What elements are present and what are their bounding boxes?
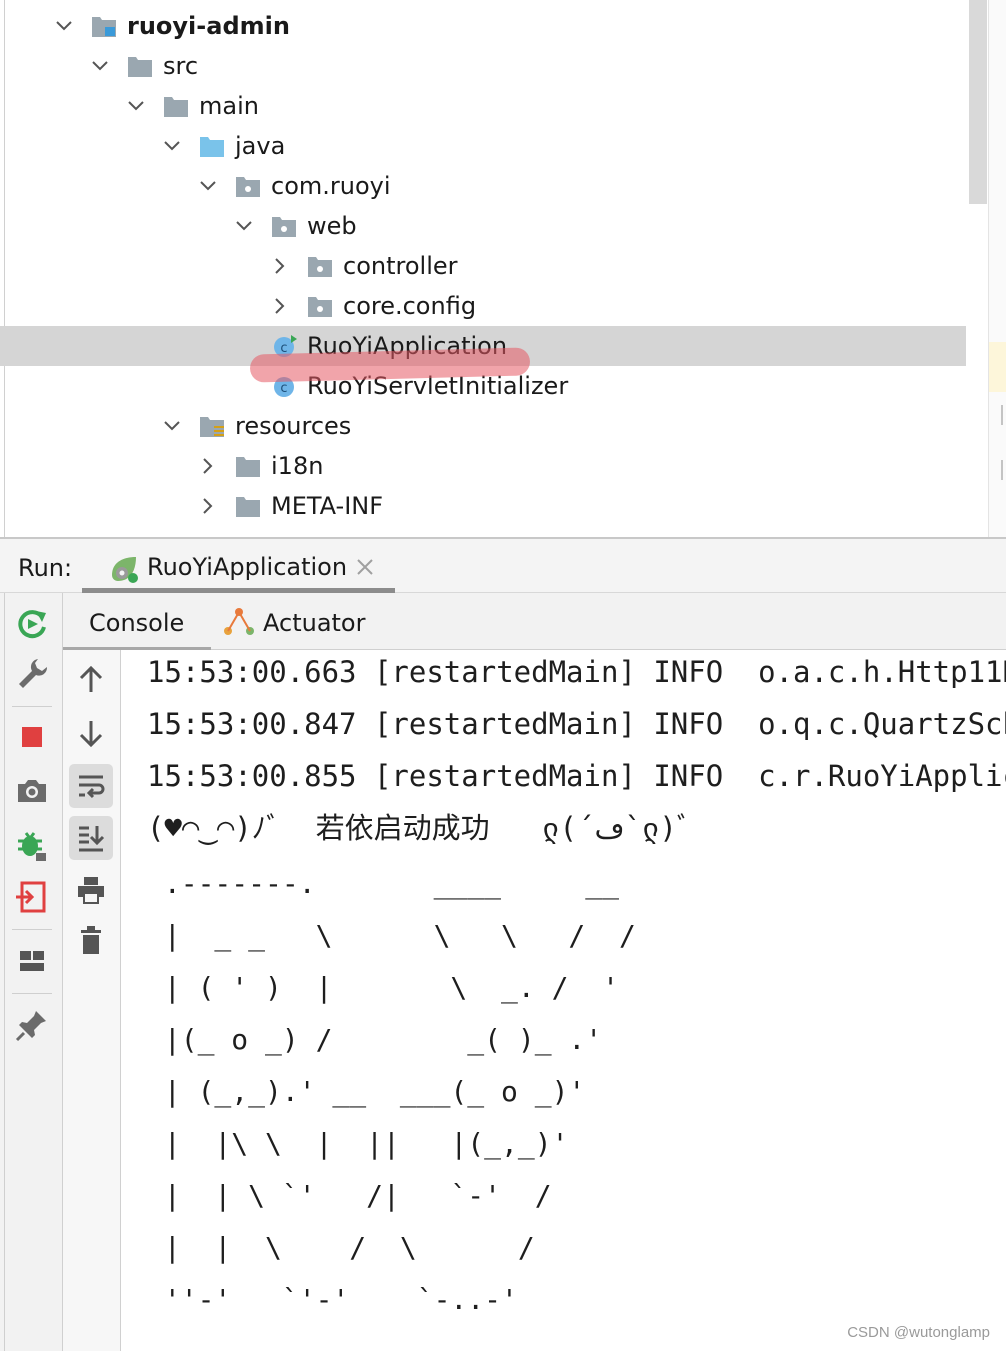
soft-wrap-button[interactable]: [69, 764, 113, 808]
tab-actuator[interactable]: Actuator: [223, 593, 383, 650]
tree-item-meta-inf[interactable]: META-INF: [0, 486, 988, 526]
svg-text:c: c: [280, 381, 287, 396]
folder-icon: [236, 457, 260, 477]
package-icon: [272, 217, 296, 237]
rerun-icon[interactable]: [14, 605, 50, 641]
scroll-to-end-button[interactable]: [69, 816, 113, 860]
run-toolwindow-header: Run: RuoYiApplication: [0, 537, 1006, 593]
debug-icon[interactable]: [14, 827, 50, 863]
exit-icon[interactable]: [14, 879, 50, 915]
banner-title: (♥◠‿◠)ﾉﾞ 若依启动成功 ლ(´ڡ`ლ)ﾞ: [147, 811, 692, 845]
print-icon: [78, 877, 104, 904]
chevron-down-icon[interactable]: [163, 137, 181, 155]
ascii-art-line: | _ _ \ \ \ / /: [147, 919, 636, 952]
tab-actuator-label: Actuator: [263, 609, 366, 637]
ascii-art-line: | |\ \ | || |(_,_)': [147, 1127, 569, 1160]
stop-icon[interactable]: [14, 719, 50, 755]
console-output[interactable]: 15:53:00.663 [restartedMain] INFO o.a.c.…: [121, 650, 1006, 1351]
actuator-icon: [224, 608, 254, 635]
chevron-down-icon[interactable]: [55, 17, 73, 35]
chevron-right-icon[interactable]: [199, 497, 217, 515]
tree-item-label: web: [307, 212, 357, 240]
log-line: 15:53:00.663 [restartedMain] INFO o.a.c.…: [147, 655, 1006, 689]
wrench-icon[interactable]: [14, 655, 50, 691]
tree-item-label: main: [199, 92, 259, 120]
arrow-down-icon: [79, 721, 103, 748]
ascii-art-line: | | \ `' /| `-' /: [147, 1179, 552, 1212]
camera-icon[interactable]: [14, 773, 50, 809]
tree-item-label: META-INF: [271, 492, 384, 520]
scroll-to-end-icon: [79, 826, 105, 852]
tree-item-java[interactable]: java: [0, 126, 988, 166]
tree-scrollbar-thumb[interactable]: [969, 0, 987, 204]
tab-console-label: Console: [89, 609, 185, 637]
package-icon: [236, 177, 260, 197]
tree-item-i18n[interactable]: i18n: [0, 446, 988, 486]
clear-button[interactable]: [69, 918, 113, 962]
folder-icon: [164, 97, 188, 117]
chevron-down-icon[interactable]: [199, 177, 217, 195]
chevron-right-icon[interactable]: [271, 257, 289, 275]
trash-icon: [81, 926, 101, 954]
tree-item-partial: [0, 526, 988, 537]
layout-icon[interactable]: [14, 943, 50, 979]
spring-boot-run-icon: [112, 557, 138, 583]
run-subtabs: Console Actuator: [63, 593, 1006, 650]
tree-item-ruoyi-admin[interactable]: ruoyi-admin: [0, 6, 988, 46]
module-folder-icon: [92, 17, 116, 37]
run-tab-label: RuoYiApplication: [147, 553, 348, 581]
tree-item-label: ruoyi-admin: [127, 12, 290, 40]
package-icon: [308, 257, 332, 277]
tree-item-label: com.ruoyi: [271, 172, 391, 200]
chevron-down-icon[interactable]: [91, 57, 109, 75]
ascii-art-line: | | \ / \ /: [147, 1231, 535, 1264]
run-tab-ruoyi-application[interactable]: RuoYiApplication: [82, 539, 395, 593]
pin-icon[interactable]: [14, 1007, 50, 1043]
tab-console[interactable]: Console: [63, 593, 211, 650]
run-label: Run:: [18, 554, 73, 582]
close-icon[interactable]: [354, 556, 376, 578]
folder-icon: [128, 57, 152, 77]
tree-item-core-config[interactable]: core.config: [0, 286, 988, 326]
source-folder-icon: [200, 137, 224, 157]
console-toolbar: [63, 650, 121, 1351]
log-line: 15:53:00.855 [restartedMain] INFO c.r.Ru…: [147, 759, 1006, 793]
chevron-right-icon[interactable]: [271, 297, 289, 315]
tree-item-label: src: [163, 52, 199, 80]
log-line: 15:53:00.847 [restartedMain] INFO o.q.c.…: [147, 707, 1006, 741]
ascii-art-line: ''-' `'-' `-..-': [147, 1283, 518, 1316]
tree-item-label: i18n: [271, 452, 324, 480]
tree-item-label: controller: [343, 252, 458, 280]
arrow-up-icon: [79, 665, 103, 692]
ascii-art-line: | (_,_).' __ ___(_ o _)': [147, 1075, 586, 1108]
soft-wrap-icon: [79, 775, 105, 799]
run-left-toolbar: [0, 593, 63, 1351]
chevron-down-icon[interactable]: [163, 417, 181, 435]
tree-item-com-ruoyi[interactable]: com.ruoyi: [0, 166, 988, 206]
chevron-down-icon[interactable]: [235, 217, 253, 235]
tree-item-resources[interactable]: resources: [0, 406, 988, 446]
tree-item-web[interactable]: web: [0, 206, 988, 246]
package-icon: [308, 297, 332, 317]
tree-item-label: core.config: [343, 292, 477, 320]
resources-folder-icon: [200, 417, 224, 437]
watermark: CSDN @wutonglamp: [847, 1324, 990, 1341]
tree-item-label: resources: [235, 412, 352, 440]
tree-item-src[interactable]: src: [0, 46, 988, 86]
ascii-art-line: .-------. ____ __: [147, 867, 620, 900]
editor-gutter-edge: [988, 0, 1006, 537]
scroll-down-button[interactable]: [69, 711, 113, 755]
scroll-up-button[interactable]: [69, 658, 113, 702]
chevron-down-icon[interactable]: [127, 97, 145, 115]
tree-item-main[interactable]: main: [0, 86, 988, 126]
ascii-art-line: |(_ o _) / _( )_ .': [147, 1023, 603, 1056]
print-button[interactable]: [69, 868, 113, 912]
tree-item-label: java: [235, 132, 286, 160]
project-tree: ruoyi-admin src main java com.ruoyi web …: [0, 0, 1006, 537]
tree-item-controller[interactable]: controller: [0, 246, 988, 286]
folder-icon: [236, 497, 260, 517]
ascii-art-line: | ( ' ) | \ _. / ': [147, 971, 620, 1004]
chevron-right-icon[interactable]: [199, 457, 217, 475]
